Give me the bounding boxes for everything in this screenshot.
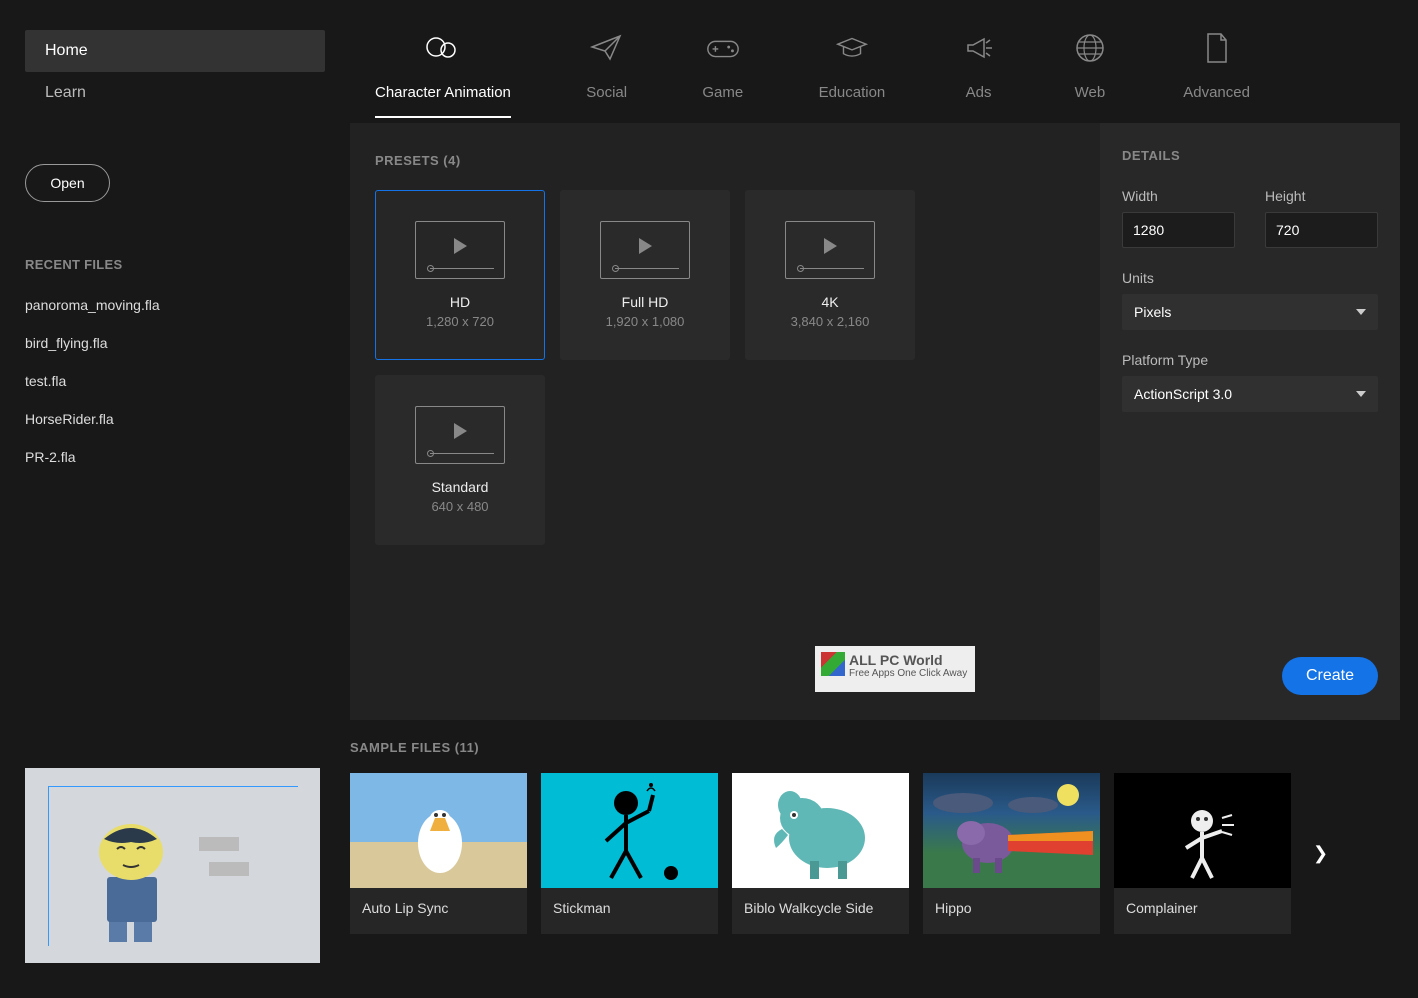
tab-ads[interactable]: Ads xyxy=(961,30,997,118)
recent-files-label: RECENT FILES xyxy=(25,257,325,272)
sample-biblo[interactable]: Biblo Walkcycle Side xyxy=(732,773,909,934)
next-arrow-icon[interactable]: ❯ xyxy=(1313,843,1328,864)
tab-label: Character Animation xyxy=(375,84,511,101)
preset-standard[interactable]: Standard 640 x 480 xyxy=(375,375,545,545)
gamepad-icon xyxy=(705,30,741,66)
sample-hippo[interactable]: Hippo xyxy=(923,773,1100,934)
sample-label: Auto Lip Sync xyxy=(350,888,527,934)
recent-preview[interactable] xyxy=(25,768,320,963)
preset-dimensions: 1,280 x 720 xyxy=(426,314,494,329)
graduation-icon xyxy=(834,30,870,66)
presets-title: PRESETS (4) xyxy=(375,153,1075,168)
sample-label: Hippo xyxy=(923,888,1100,934)
sample-complainer[interactable]: Complainer xyxy=(1114,773,1291,934)
sample-auto-lip-sync[interactable]: Auto Lip Sync xyxy=(350,773,527,934)
main-panel: Character Animation Social Game xyxy=(350,0,1418,720)
tab-label: Ads xyxy=(966,84,992,101)
platform-label: Platform Type xyxy=(1122,352,1378,368)
preset-name: 4K xyxy=(821,294,838,310)
video-icon xyxy=(415,406,505,464)
tab-label: Education xyxy=(819,84,886,101)
megaphone-icon xyxy=(961,30,997,66)
video-icon xyxy=(415,221,505,279)
chevron-down-icon xyxy=(1356,309,1366,315)
width-label: Width xyxy=(1122,188,1235,204)
create-button[interactable]: Create xyxy=(1282,657,1378,695)
tab-game[interactable]: Game xyxy=(702,30,743,118)
recent-file[interactable]: panoroma_moving.fla xyxy=(25,297,325,313)
height-label: Height xyxy=(1265,188,1378,204)
globe-icon xyxy=(1072,30,1108,66)
tab-social[interactable]: Social xyxy=(586,30,627,118)
preset-dimensions: 640 x 480 xyxy=(431,499,488,514)
preset-fullhd[interactable]: Full HD 1,920 x 1,080 xyxy=(560,190,730,360)
tab-advanced[interactable]: Advanced xyxy=(1183,30,1250,118)
watermark: ALL PC WorldFree Apps One Click Away xyxy=(815,646,975,692)
nav-learn[interactable]: Learn xyxy=(25,72,325,114)
nav-home[interactable]: Home xyxy=(25,30,325,72)
sample-files-title: SAMPLE FILES (11) xyxy=(350,740,1393,755)
tab-label: Web xyxy=(1075,84,1106,101)
units-value: Pixels xyxy=(1134,304,1171,320)
preset-name: Full HD xyxy=(622,294,669,310)
width-input[interactable] xyxy=(1122,212,1235,248)
preset-name: HD xyxy=(450,294,470,310)
chevron-down-icon xyxy=(1356,391,1366,397)
recent-file[interactable]: HorseRider.fla xyxy=(25,411,325,427)
units-label: Units xyxy=(1122,270,1378,286)
sample-label: Complainer xyxy=(1114,888,1291,934)
document-icon xyxy=(1199,30,1235,66)
sidebar: Home Learn Open RECENT FILES panoroma_mo… xyxy=(0,0,350,720)
platform-value: ActionScript 3.0 xyxy=(1134,386,1232,402)
presets-area: PRESETS (4) HD 1,280 x 720 Full HD 1,920… xyxy=(350,123,1100,720)
paper-plane-icon xyxy=(589,30,625,66)
character-icon xyxy=(425,30,461,66)
sample-label: Stickman xyxy=(541,888,718,934)
tab-education[interactable]: Education xyxy=(819,30,886,118)
preset-name: Standard xyxy=(432,479,489,495)
preset-dimensions: 1,920 x 1,080 xyxy=(606,314,685,329)
preset-dimensions: 3,840 x 2,160 xyxy=(791,314,870,329)
details-panel: DETAILS Width Height Units xyxy=(1100,123,1400,720)
video-icon xyxy=(785,221,875,279)
tab-character-animation[interactable]: Character Animation xyxy=(375,30,511,118)
units-select[interactable]: Pixels xyxy=(1122,294,1378,330)
preset-4k[interactable]: 4K 3,840 x 2,160 xyxy=(745,190,915,360)
platform-select[interactable]: ActionScript 3.0 xyxy=(1122,376,1378,412)
tab-label: Social xyxy=(586,84,627,101)
recent-file[interactable]: bird_flying.fla xyxy=(25,335,325,351)
category-tabs: Character Animation Social Game xyxy=(350,30,1280,118)
recent-file[interactable]: PR-2.fla xyxy=(25,449,325,465)
tab-label: Game xyxy=(702,84,743,101)
tab-web[interactable]: Web xyxy=(1072,30,1108,118)
video-icon xyxy=(600,221,690,279)
sample-stickman[interactable]: Stickman xyxy=(541,773,718,934)
recent-file[interactable]: test.fla xyxy=(25,373,325,389)
sample-label: Biblo Walkcycle Side xyxy=(732,888,909,934)
preset-hd[interactable]: HD 1,280 x 720 xyxy=(375,190,545,360)
tab-label: Advanced xyxy=(1183,84,1250,101)
details-title: DETAILS xyxy=(1122,148,1378,163)
height-input[interactable] xyxy=(1265,212,1378,248)
open-button[interactable]: Open xyxy=(25,164,110,202)
